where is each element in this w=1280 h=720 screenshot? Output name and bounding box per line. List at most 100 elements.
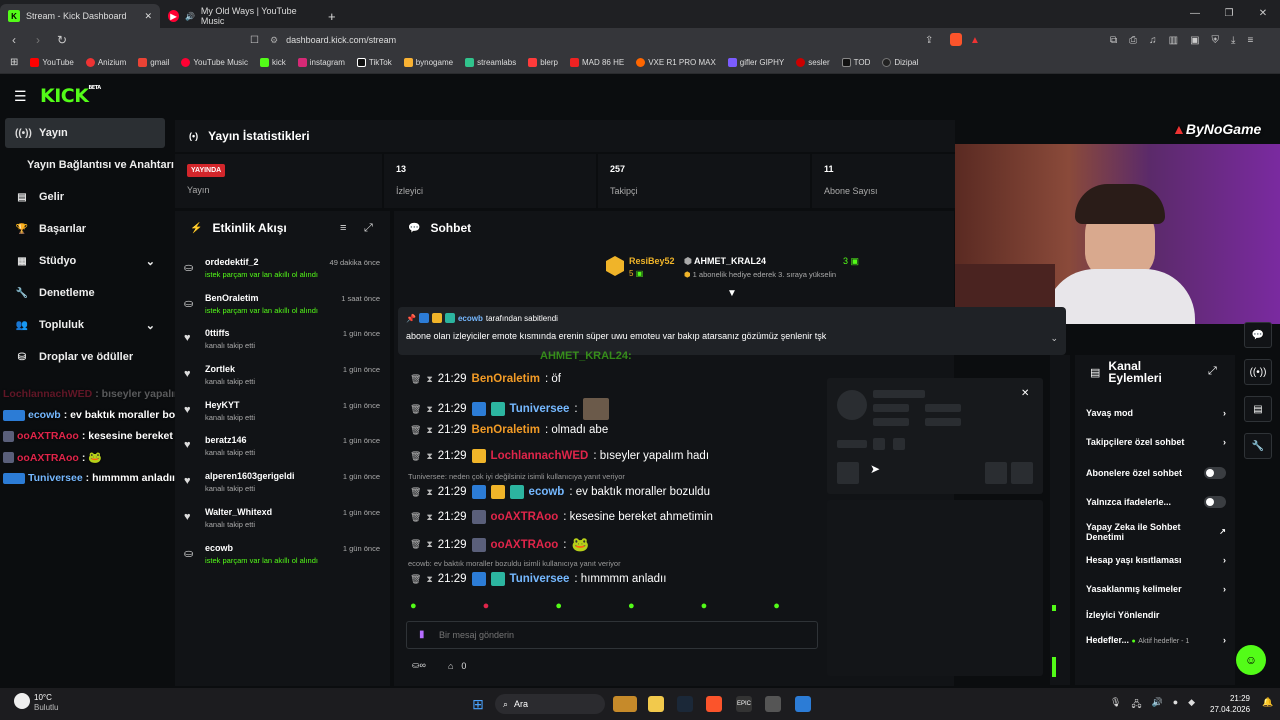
action-ai-moderation[interactable]: Yapay Zeka ile Sohbet Denetimi ↗ bbox=[1086, 522, 1226, 542]
brave-icon[interactable] bbox=[706, 696, 722, 712]
vpn-icon[interactable]: ⛨ bbox=[1212, 35, 1220, 46]
bookmark-item[interactable]: Anizium bbox=[85, 58, 126, 67]
bookmark-item[interactable]: bynogame bbox=[403, 58, 453, 67]
action-slow-mode[interactable]: Yavaş mod › bbox=[1086, 408, 1226, 418]
sidebar-item-denetleme[interactable]: 🔧 Denetleme bbox=[5, 278, 165, 308]
bookmark-item[interactable]: TikTok bbox=[356, 58, 392, 67]
list-icon[interactable]: ▤ bbox=[1244, 396, 1272, 422]
extensions-icon[interactable]: ⧉ bbox=[1110, 35, 1117, 46]
action-emotes-only[interactable]: Yalnızca ifadelerle... bbox=[1086, 496, 1226, 508]
wrench-icon[interactable]: 🔧 bbox=[1244, 433, 1272, 459]
tray-app-icon[interactable]: ◆ bbox=[1188, 697, 1195, 713]
screenshot-icon[interactable]: ⎙ bbox=[1129, 35, 1137, 46]
clock[interactable]: 21:29 27.04.2026 bbox=[1210, 693, 1250, 715]
site-settings-icon[interactable]: ⚙ bbox=[270, 35, 278, 46]
mic-icon[interactable]: 🎙 bbox=[1110, 697, 1121, 713]
bookmark-item[interactable]: blerp bbox=[528, 58, 558, 67]
target-gifter[interactable]: ⬢ AHMET_KRAL24 bbox=[684, 256, 766, 267]
bookmark-item[interactable]: instagram bbox=[297, 58, 345, 67]
sidebar-icon[interactable]: ▥ bbox=[1169, 35, 1178, 46]
wallet-icon[interactable]: ▣ bbox=[1190, 35, 1199, 46]
pinned-message[interactable]: 📌 ecowb tarafından sabitlendi abone olan… bbox=[398, 307, 1066, 355]
toggle-switch[interactable] bbox=[1204, 496, 1226, 508]
emote-icon[interactable]: ● bbox=[628, 600, 635, 612]
menu-icon[interactable]: ≡ bbox=[1247, 35, 1253, 46]
chat-input[interactable] bbox=[439, 626, 809, 644]
tab-youtube-music[interactable]: ▶ 🔊 My Old Ways | YouTube Music bbox=[160, 4, 320, 28]
chat-bubble-icon[interactable]: 💬 bbox=[1244, 322, 1272, 348]
close-icon[interactable]: ✕ bbox=[1021, 388, 1029, 399]
volume-icon[interactable]: 🔊 bbox=[1151, 697, 1162, 713]
bookmark-icon[interactable]: ☐ bbox=[250, 35, 259, 46]
sidebar-item-basarilar[interactable]: 🏆 Başarılar bbox=[5, 214, 165, 244]
toggle-switch[interactable] bbox=[1204, 467, 1226, 479]
filter-icon[interactable]: ≡ bbox=[340, 222, 346, 234]
taskbar-app-icon[interactable] bbox=[795, 696, 811, 712]
notification-bell-icon[interactable]: 🔔 bbox=[1262, 697, 1273, 708]
top-gifter-name[interactable]: ResiBey52 bbox=[629, 256, 675, 266]
expand-leaderboard-icon[interactable]: ▼ bbox=[727, 288, 737, 299]
emote-icon[interactable]: ● bbox=[555, 600, 562, 612]
brave-shield-icon[interactable] bbox=[950, 33, 962, 46]
file-explorer-icon[interactable] bbox=[648, 696, 664, 712]
steam-icon[interactable] bbox=[677, 696, 693, 712]
taskbar-search[interactable]: ⌕ Ara bbox=[495, 694, 605, 714]
minimize-icon[interactable]: — bbox=[1178, 0, 1212, 26]
bookmark-item[interactable]: Dizipal bbox=[882, 58, 918, 67]
microphone-icon[interactable]: ▮ bbox=[419, 629, 425, 640]
broadcast-icon[interactable]: ((•)) bbox=[1244, 359, 1272, 385]
chat-input-box[interactable]: ▮ bbox=[406, 621, 818, 649]
close-window-icon[interactable]: ✕ bbox=[1246, 0, 1280, 26]
emote-icon[interactable]: ● bbox=[773, 600, 780, 612]
weather-widget[interactable]: 10°C Bulutlu bbox=[34, 693, 58, 713]
sidebar-item-topluluk[interactable]: 👥 Topluluk ⌄ bbox=[5, 310, 165, 340]
tab-kick-dashboard[interactable]: K Stream - Kick Dashboard ✕ bbox=[0, 4, 160, 28]
windows-start-icon[interactable]: ⊞ bbox=[470, 696, 486, 712]
help-chat-button[interactable]: ☺ bbox=[1236, 645, 1266, 675]
sidebar-item-droplar[interactable]: ⛁ Droplar ve ödüller bbox=[5, 342, 165, 372]
sidebar-item-studyo[interactable]: ▦ Stüdyo ⌄ bbox=[5, 246, 165, 276]
store-icon[interactable] bbox=[765, 696, 781, 712]
forward-icon[interactable]: › bbox=[28, 33, 48, 47]
music-icon[interactable]: ♫ bbox=[1149, 35, 1157, 46]
action-banned-words[interactable]: Yasaklanmış kelimeler › bbox=[1086, 584, 1226, 594]
epic-games-icon[interactable]: EPIC bbox=[736, 696, 752, 712]
new-tab-button[interactable]: + bbox=[320, 4, 344, 28]
action-followers-only[interactable]: Takipçilere özel sohbet › bbox=[1086, 437, 1226, 447]
bookmark-item[interactable]: MAD 86 HE bbox=[569, 58, 624, 67]
gift-infinity-icon[interactable]: ⛀∞ bbox=[412, 660, 426, 671]
kick-logo[interactable]: KICKBETA bbox=[40, 85, 101, 107]
bookmark-item[interactable]: sesler bbox=[796, 58, 830, 67]
brave-rewards-icon[interactable]: ▲ bbox=[970, 35, 980, 46]
action-raid[interactable]: İzleyici Yönlendir bbox=[1086, 610, 1226, 620]
chevron-down-icon[interactable]: ⌄ bbox=[1050, 333, 1058, 344]
bookmark-item[interactable]: TOD bbox=[841, 58, 870, 67]
bookmark-item[interactable]: gmail bbox=[138, 58, 169, 67]
bookmark-item[interactable]: YouTube Music bbox=[181, 58, 248, 67]
store-icon[interactable]: ⌂ bbox=[448, 661, 453, 671]
bookmark-item[interactable]: YouTube bbox=[30, 58, 74, 67]
sidebar-item-gelir[interactable]: ▤ Gelir bbox=[5, 182, 165, 212]
maximize-icon[interactable]: ❐ bbox=[1212, 0, 1246, 26]
close-tab-icon[interactable]: ✕ bbox=[144, 11, 152, 22]
bookmark-item[interactable]: streamlabs bbox=[465, 58, 516, 67]
sidebar-item-stream-key[interactable]: Yayın Bağlantısı ve Anahtarı bbox=[5, 150, 180, 180]
popout-icon[interactable]: ⤢ bbox=[1208, 365, 1217, 378]
sidebar-item-yayin[interactable]: ((•)) Yayın bbox=[5, 118, 165, 148]
tray-app-icon[interactable]: ● bbox=[1173, 697, 1178, 713]
taskbar-app-icon[interactable] bbox=[613, 696, 637, 712]
bookmark-item[interactable]: VXE R1 PRO MAX bbox=[636, 58, 716, 67]
bookmark-item[interactable]: kick bbox=[259, 58, 286, 67]
reload-icon[interactable]: ↻ bbox=[52, 33, 72, 47]
action-subscribers-only[interactable]: Abonelere özel sohbet bbox=[1086, 467, 1226, 479]
emote-icon[interactable]: ● bbox=[410, 600, 417, 612]
emote-icon[interactable]: ● bbox=[483, 600, 490, 612]
url-field[interactable]: ⚙ dashboard.kick.com/stream bbox=[270, 31, 990, 49]
action-goals[interactable]: Hedefler... ● Aktif hedefler - 1 › bbox=[1086, 635, 1226, 645]
share-icon[interactable]: ⇪ bbox=[925, 35, 933, 46]
emote-icon[interactable]: ● bbox=[701, 600, 708, 612]
hamburger-menu-icon[interactable]: ☰ bbox=[14, 88, 27, 105]
action-account-age[interactable]: Hesap yaşı kısıtlaması › bbox=[1086, 555, 1226, 565]
apps-icon[interactable]: ⊞ bbox=[10, 57, 18, 68]
bookmark-item[interactable]: gifler GIPHY bbox=[727, 58, 784, 67]
